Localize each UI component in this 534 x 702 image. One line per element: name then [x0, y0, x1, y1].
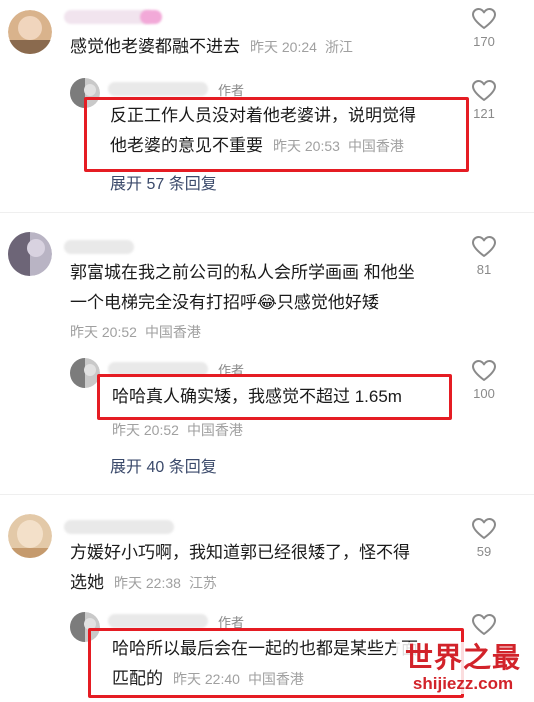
- heart-icon: [472, 518, 496, 539]
- heart-icon: [472, 8, 496, 29]
- author-name-blurred: [108, 614, 208, 628]
- author-avatar[interactable]: [70, 358, 100, 388]
- comment-time: 昨天 20:24: [250, 39, 317, 55]
- comment-location: 浙江: [324, 39, 353, 55]
- comment-text: 方媛好小巧啊，我知道郭已经很矮了，怪不得 选她 昨天 22:38 江苏: [70, 543, 410, 592]
- like-button[interactable]: 100: [464, 360, 504, 401]
- comment-time: 昨天 20:52: [70, 324, 137, 340]
- reply-text: 哈哈所以最后会在一起的也都是某些方面 匹配的 昨天 22:40 中国香港: [112, 639, 418, 688]
- comment-text: 感觉他老婆都融不进去 昨天 20:24 浙江: [70, 37, 353, 56]
- like-count: 170: [473, 34, 495, 49]
- avatar[interactable]: [8, 10, 52, 54]
- avatar[interactable]: [8, 232, 52, 276]
- like-count: 81: [476, 262, 492, 277]
- comment-time: 昨天 22:38: [114, 575, 181, 591]
- author-name-blurred: [108, 82, 208, 96]
- like-count: 100: [473, 386, 495, 401]
- heart-icon: [472, 80, 496, 101]
- username-blurred-accent: [140, 10, 162, 24]
- like-button[interactable]: 170: [464, 8, 504, 49]
- comment-location: 江苏: [188, 575, 217, 591]
- like-button[interactable]: 59: [464, 518, 504, 559]
- like-button[interactable]: [464, 614, 504, 636]
- reply-text: 反正工作人员没对着他老婆讲，说明觉得 他老婆的意见不重要 昨天 20:53 中国香港: [110, 106, 416, 155]
- reply-location: 中国香港: [347, 138, 404, 154]
- reply-text: 哈哈真人确实矮，我感觉不超过 1.65m: [112, 387, 402, 406]
- divider: [0, 494, 534, 495]
- username-blurred: [64, 240, 134, 254]
- watermark-logo: 世界之最 shijiezz.com: [396, 642, 530, 694]
- like-button[interactable]: 81: [464, 236, 504, 277]
- comment-location: 中国香港: [144, 324, 201, 340]
- reply-time: 昨天 20:52: [112, 422, 179, 438]
- comment-meta: 昨天 20:52 中国香港: [70, 322, 201, 342]
- divider: [0, 212, 534, 213]
- heart-icon: [472, 360, 496, 381]
- reply-time: 昨天 22:40: [173, 671, 240, 687]
- reply-time: 昨天 20:53: [273, 138, 340, 154]
- comment-text: 郭富城在我之前公司的私人会所学画画 和他坐 一个电梯完全没有打招呼😂只感觉他好矮: [70, 263, 415, 312]
- expand-replies-link[interactable]: 展开 57 条回复: [110, 170, 217, 194]
- reply-location: 中国香港: [186, 422, 243, 438]
- avatar[interactable]: [8, 514, 52, 558]
- reply-location: 中国香港: [247, 671, 304, 687]
- heart-icon: [472, 236, 496, 257]
- heart-icon: [472, 614, 496, 635]
- expand-replies-link[interactable]: 展开 40 条回复: [110, 453, 217, 477]
- username-blurred: [64, 520, 174, 534]
- like-button[interactable]: 121: [464, 80, 504, 121]
- reply-meta: 昨天 20:52 中国香港: [112, 420, 243, 440]
- watermark-title: 世界之最: [404, 642, 521, 673]
- like-count: 121: [473, 106, 495, 121]
- like-count: 59: [476, 544, 492, 559]
- watermark-url: shijiezz.com: [412, 674, 514, 693]
